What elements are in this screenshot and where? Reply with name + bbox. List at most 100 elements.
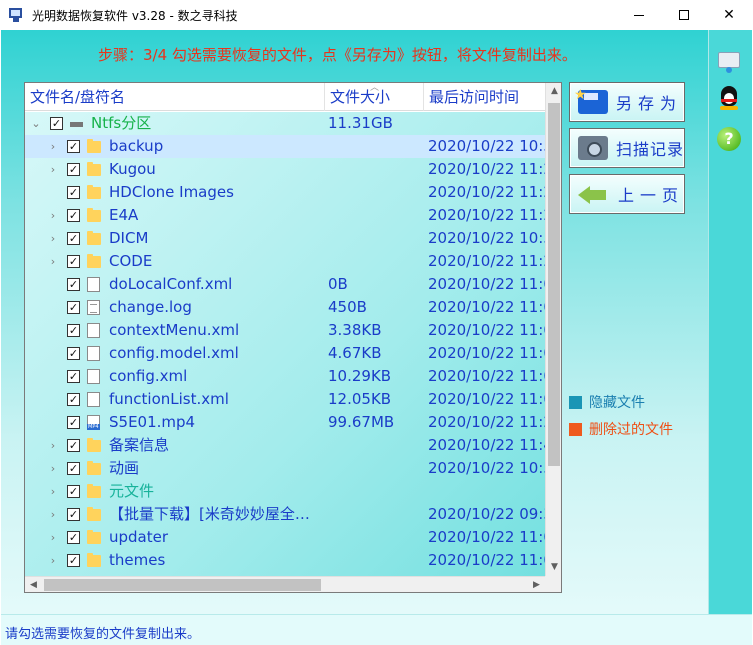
scroll-right-arrow-icon[interactable]: ▶: [528, 577, 545, 592]
maximize-button[interactable]: [661, 0, 707, 30]
tree-row[interactable]: ✓ doLocalConf.xml 0B 2020/10/22 11:0: [25, 273, 545, 296]
expand-chevron-icon[interactable]: ›: [47, 434, 59, 457]
tree-row[interactable]: › ✓ backup 2020/10/22 10:5: [25, 135, 545, 158]
row-checkbox[interactable]: ✓: [67, 393, 80, 406]
tree-row[interactable]: ✓ functionList.xml 12.05KB 2020/10/22 11:0: [25, 388, 545, 411]
tree-row[interactable]: › ✓ 备案信息 2020/10/22 11:4: [25, 434, 545, 457]
row-time: 2020/10/22 11:0: [428, 298, 545, 316]
row-time: 2020/10/22 11:0: [428, 528, 545, 546]
tree-row[interactable]: › ✓ CODE 2020/10/22 11:2: [25, 250, 545, 273]
help-icon[interactable]: ?: [716, 126, 742, 152]
tree-row[interactable]: ✓ S5E01.mp4 99.67MB 2020/10/22 11:2: [25, 411, 545, 434]
row-checkbox[interactable]: ✓: [67, 554, 80, 567]
expand-chevron-icon[interactable]: ›: [47, 227, 59, 250]
folder-icon: [87, 254, 101, 268]
row-checkbox[interactable]: ✓: [67, 255, 80, 268]
row-checkbox[interactable]: ✓: [67, 324, 80, 337]
tree-row[interactable]: ✓ config.model.xml 4.67KB 2020/10/22 11:0: [25, 342, 545, 365]
previous-page-button[interactable]: 上一页: [569, 174, 685, 214]
legend-deleted-label: 删除过的文件: [589, 422, 673, 438]
expand-chevron-icon[interactable]: ›: [47, 503, 59, 526]
file-icon: [87, 277, 100, 292]
row-time: 2020/10/22 11:2: [428, 252, 545, 270]
row-checkbox[interactable]: ✓: [67, 485, 80, 498]
back-arrow-icon: [578, 182, 606, 206]
row-name: config.model.xml: [109, 344, 239, 362]
row-checkbox[interactable]: ✓: [67, 347, 80, 360]
row-size: 99.67MB: [328, 413, 395, 431]
expand-chevron-icon[interactable]: ›: [47, 457, 59, 480]
qq-penguin-icon[interactable]: [716, 86, 742, 112]
log-file-icon: [87, 300, 100, 315]
expand-chevron-icon[interactable]: ›: [47, 158, 59, 181]
file-icon: [87, 369, 100, 384]
tree-row[interactable]: ✓ change.log 450B 2020/10/22 11:0: [25, 296, 545, 319]
vertical-scrollbar[interactable]: ▲ ▼: [545, 83, 561, 576]
file-icon: [87, 392, 100, 407]
row-checkbox[interactable]: ✓: [67, 531, 80, 544]
row-time: 2020/10/22 11:2: [428, 183, 545, 201]
scrollbar-corner: [545, 576, 561, 592]
vertical-scroll-thumb[interactable]: [548, 103, 560, 466]
row-time: 2020/10/22 10:5: [428, 229, 545, 247]
expand-chevron-icon[interactable]: ›: [47, 204, 59, 227]
minimize-button[interactable]: [616, 0, 662, 30]
row-name: Ntfs分区: [91, 114, 152, 132]
row-time: 2020/10/22 11:4: [428, 436, 545, 454]
scroll-up-arrow-icon[interactable]: ▲: [546, 83, 561, 100]
row-checkbox[interactable]: ✓: [50, 117, 63, 130]
row-name: CODE: [109, 252, 153, 270]
save-as-button[interactable]: 另存为: [569, 82, 685, 122]
row-checkbox[interactable]: ✓: [67, 370, 80, 383]
row-checkbox[interactable]: ✓: [67, 508, 80, 521]
expand-chevron-icon[interactable]: ›: [47, 549, 59, 572]
row-checkbox[interactable]: ✓: [67, 209, 80, 222]
tree-row[interactable]: › ✓ E4A 2020/10/22 11:2: [25, 204, 545, 227]
row-checkbox[interactable]: ✓: [67, 140, 80, 153]
save-disk-icon: [574, 87, 608, 114]
column-header-name[interactable]: 文件名/盘符名: [25, 83, 325, 111]
file-tree-panel: 文件名/盘符名 文件大小 最后访问时间 ︿ ⌄ ✓ Ntfs分区 11.31GB › ✓ b…: [24, 82, 562, 593]
row-time: 2020/10/22 11:0: [428, 551, 545, 569]
scroll-down-arrow-icon[interactable]: ▼: [546, 559, 561, 576]
tree-row[interactable]: › ✓ 【批量下载】[米奇妙妙屋全… 2020/10/22 09:3: [25, 503, 545, 526]
tree-row[interactable]: › ✓ DICM 2020/10/22 10:5: [25, 227, 545, 250]
collapse-chevron-icon[interactable]: ⌄: [30, 112, 42, 135]
tree-row[interactable]: ✓ HDClone Images 2020/10/22 11:2: [25, 181, 545, 204]
expand-chevron-icon[interactable]: ›: [47, 480, 59, 503]
column-header-time[interactable]: 最后访问时间: [424, 83, 545, 111]
row-checkbox[interactable]: ✓: [67, 416, 80, 429]
row-checkbox[interactable]: ✓: [67, 301, 80, 314]
tree-row[interactable]: ✓ contextMenu.xml 3.38KB 2020/10/22 11:0: [25, 319, 545, 342]
horizontal-scrollbar[interactable]: ◀ ▶: [25, 576, 545, 592]
row-checkbox[interactable]: ✓: [67, 163, 80, 176]
tree-row[interactable]: ✓ config.xml 10.29KB 2020/10/22 11:0: [25, 365, 545, 388]
expand-chevron-icon[interactable]: ›: [47, 135, 59, 158]
horizontal-scroll-thumb[interactable]: [44, 579, 321, 591]
row-checkbox[interactable]: ✓: [67, 186, 80, 199]
scroll-left-arrow-icon[interactable]: ◀: [25, 577, 42, 592]
tree-row[interactable]: › ✓ 动画 2020/10/22 10:5: [25, 457, 545, 480]
row-checkbox[interactable]: ✓: [67, 278, 80, 291]
close-button[interactable]: ✕: [706, 0, 752, 30]
tree-row[interactable]: › ✓ 元文件: [25, 480, 545, 503]
row-time: 2020/10/22 10:5: [428, 459, 545, 477]
tree-header: 文件名/盘符名 文件大小 最后访问时间 ︿: [25, 83, 545, 111]
tree-row[interactable]: ⌄ ✓ Ntfs分区 11.31GB: [25, 112, 545, 135]
network-icon[interactable]: [716, 48, 742, 74]
tree-row[interactable]: › ✓ Kugou 2020/10/22 11:2: [25, 158, 545, 181]
row-size: 11.31GB: [328, 114, 393, 132]
row-checkbox[interactable]: ✓: [67, 232, 80, 245]
row-name: doLocalConf.xml: [109, 275, 233, 293]
row-name: backup: [109, 137, 164, 155]
folder-icon: [87, 461, 101, 475]
expand-chevron-icon[interactable]: ›: [47, 526, 59, 549]
row-checkbox[interactable]: ✓: [67, 462, 80, 475]
expand-chevron-icon[interactable]: ›: [47, 250, 59, 273]
tree-row[interactable]: › ✓ themes 2020/10/22 11:0: [25, 549, 545, 572]
row-checkbox[interactable]: ✓: [67, 439, 80, 452]
scan-log-button[interactable]: 扫描记录: [569, 128, 685, 168]
row-size: 4.67KB: [328, 344, 382, 362]
row-size: 3.38KB: [328, 321, 382, 339]
tree-row[interactable]: › ✓ updater 2020/10/22 11:0: [25, 526, 545, 549]
